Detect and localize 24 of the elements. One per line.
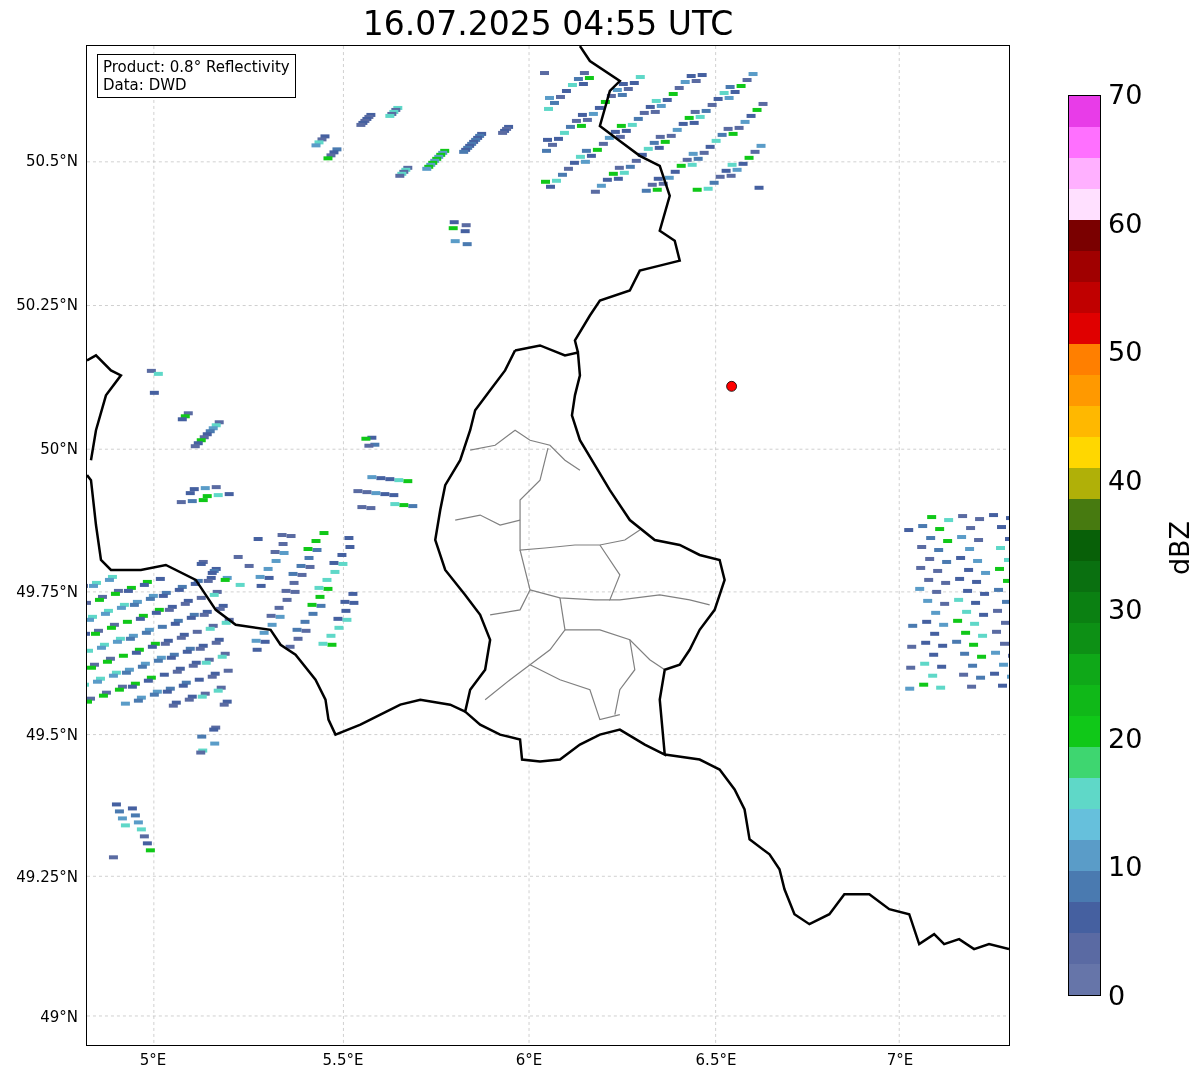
scale-label: 30 xyxy=(1108,594,1143,625)
longitude-label: 5°E xyxy=(139,1051,167,1069)
latitude-label: 49.75°N xyxy=(16,583,78,601)
scale-label: 10 xyxy=(1108,852,1143,883)
longitude-label: 5.5°E xyxy=(322,1051,364,1069)
latitude-label: 50.25°N xyxy=(16,296,78,314)
scale-label: 40 xyxy=(1108,466,1143,497)
longitude-label: 6.5°E xyxy=(695,1051,737,1069)
latitude-label: 50.5°N xyxy=(25,152,78,170)
info-text: Data: DWD xyxy=(103,76,188,94)
scale-label: 60 xyxy=(1108,208,1143,239)
chart-title: 16.07.2025 04:55 UTC xyxy=(361,4,735,44)
scale-title: dBZ xyxy=(1165,520,1195,576)
longitude-label: 7°E xyxy=(886,1051,914,1069)
longitude-label: 6°E xyxy=(515,1051,543,1069)
scale-label: 70 xyxy=(1108,80,1143,110)
info-text: Product: 0.8° Reflectivity xyxy=(103,58,290,76)
latitude-label: 50°N xyxy=(40,440,78,458)
scale-label: 20 xyxy=(1108,723,1143,754)
latitude-label: 49°N xyxy=(40,1008,78,1026)
scale-label: 0 xyxy=(1108,981,1126,1011)
latitude-label: 49.5°N xyxy=(25,726,78,744)
scale-label: 50 xyxy=(1108,337,1143,368)
latitude-label: 49.25°N xyxy=(16,868,78,886)
